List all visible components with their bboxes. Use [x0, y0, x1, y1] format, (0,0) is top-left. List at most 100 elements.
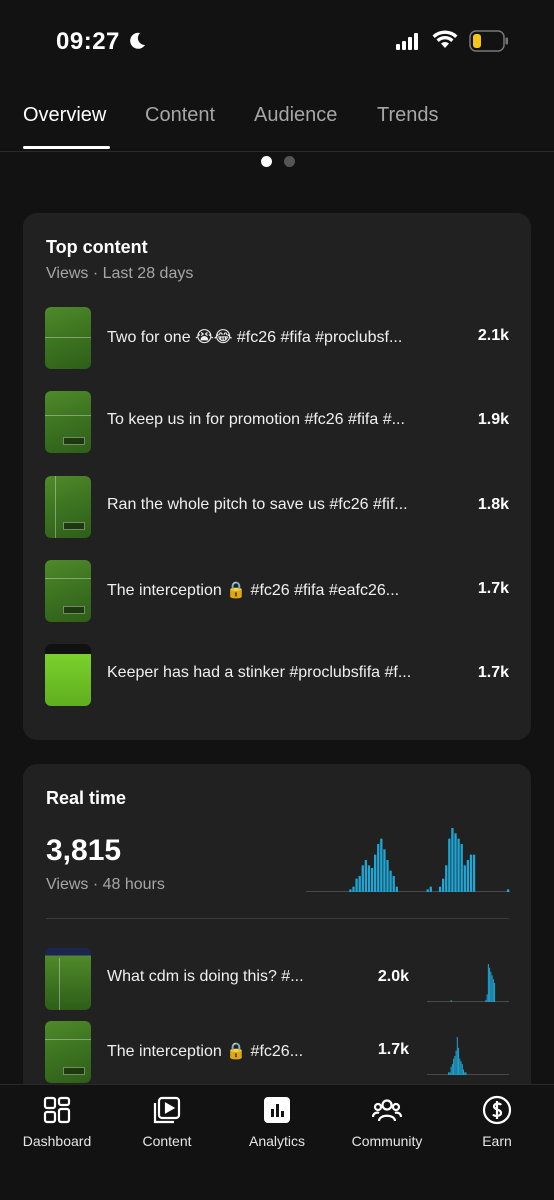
chart-bar [438, 886, 442, 892]
video-views: 2.1k [477, 327, 509, 344]
nav-content[interactable]: Content [112, 1095, 222, 1149]
page-dot-active[interactable] [261, 156, 272, 167]
nav-dashboard[interactable]: Dashboard [2, 1095, 112, 1149]
chart-bar [389, 870, 392, 892]
chart-bar [361, 865, 364, 892]
nav-community[interactable]: Community [332, 1095, 442, 1149]
chart-bar [465, 1072, 467, 1075]
video-views: 2.0k [377, 968, 409, 985]
chart-bar [386, 860, 389, 892]
nav-analytics[interactable]: Analytics [222, 1095, 332, 1149]
analytics-icon [264, 1097, 290, 1123]
nav-label: Content [142, 1133, 192, 1149]
chart-bar [442, 878, 445, 892]
divider [46, 918, 509, 919]
video-views: 1.7k [477, 664, 509, 681]
chart-bar [492, 979, 494, 1002]
video-title: To keep us in for promotion #fc26 #fifa … [107, 411, 405, 428]
chart-bar [491, 975, 493, 1002]
video-thumbnail [45, 948, 91, 1010]
video-title: The interception 🔒 #fc26 #fifa #eafc26..… [107, 582, 400, 599]
list-item[interactable]: What cdm is doing this? #... 2.0k [23, 948, 531, 1010]
chart-bar [489, 967, 491, 1002]
sparkline [427, 1037, 509, 1075]
community-icon [372, 1099, 402, 1122]
list-item[interactable]: Ran the whole pitch to save us #fc26 #fi… [23, 476, 531, 540]
chart-bar [370, 868, 374, 892]
nav-label: Dashboard [22, 1133, 92, 1149]
card-title: Real time [46, 788, 127, 808]
list-item[interactable]: Two for one 😭😂 #fc26 #fifa #proclubsf...… [23, 307, 531, 371]
tab-overview[interactable]: Overview [23, 104, 106, 127]
dashboard-icon [43, 1096, 71, 1124]
tab-trends[interactable]: Trends [377, 104, 439, 127]
chart-bar [450, 1000, 452, 1002]
chart-bar [485, 1000, 487, 1002]
list-item[interactable]: To keep us in for promotion #fc26 #fifa … [23, 391, 531, 455]
analytics-tabs: Overview Content Audience Trends [0, 92, 554, 152]
earn-icon [482, 1095, 512, 1125]
chart-bar [355, 878, 358, 892]
chart-bar [429, 886, 432, 892]
signal-icon [396, 33, 418, 50]
card-subtitle: Views · Last 28 days [46, 265, 194, 282]
chart-bar [449, 1072, 451, 1075]
video-views: 1.9k [477, 411, 509, 428]
realtime-views-total: 3,815 [46, 834, 122, 867]
tab-audience[interactable]: Audience [254, 104, 337, 127]
chart-bar [461, 1064, 463, 1075]
moon-icon [130, 32, 145, 49]
chart-bar [358, 876, 361, 892]
video-title: Ran the whole pitch to save us #fc26 #fi… [107, 496, 408, 513]
video-title: Keeper has had a stinker #proclubsfifa #… [107, 664, 412, 681]
chart-bar [448, 838, 451, 892]
video-views: 1.7k [477, 580, 509, 597]
list-item[interactable]: Keeper has had a stinker #proclubsfifa #… [23, 644, 531, 708]
video-title: Two for one 😭😂 #fc26 #fifa #proclubsf... [107, 329, 403, 346]
page-indicator [0, 156, 554, 168]
status-time: 09:27 [56, 28, 120, 55]
wifi-icon [432, 30, 458, 48]
chart-bar [395, 886, 398, 892]
top-content-card: Top content Views · Last 28 days Two for… [23, 213, 531, 740]
chart-bar [460, 1061, 462, 1075]
page-dot[interactable] [284, 156, 295, 167]
list-item[interactable]: The interception 🔒 #fc26 #fifa #eafc26..… [23, 560, 531, 624]
chart-bar [383, 849, 386, 892]
chart-bar [463, 1069, 465, 1075]
realtime-bar-chart [306, 828, 510, 892]
real-time-card: Real time 3,815 Views · 48 hours What cd… [23, 764, 531, 1104]
nav-earn[interactable]: Earn [442, 1095, 552, 1149]
chart-bar [380, 838, 383, 892]
chart-bar [450, 1066, 452, 1075]
chart-bar [464, 1072, 466, 1075]
chart-bar [455, 1050, 457, 1075]
chart-bar [460, 844, 463, 892]
chart-bar [454, 1056, 456, 1075]
video-views: 1.7k [377, 1041, 409, 1058]
chart-bar [459, 1058, 461, 1075]
card-subtitle: Views · 48 hours [46, 876, 165, 893]
chart-bar [457, 838, 460, 892]
chart-bar [469, 854, 473, 892]
chart-bar [472, 854, 476, 892]
chart-bar [352, 886, 355, 892]
chart-bar [426, 889, 429, 892]
chart-bar [374, 854, 377, 892]
video-thumbnail [45, 644, 91, 706]
nav-label: Earn [482, 1133, 512, 1149]
status-bar: 09:27 [0, 0, 554, 84]
chart-bar [486, 994, 488, 1002]
chart-bar [445, 865, 448, 892]
chart-bar [377, 844, 380, 892]
nav-label: Analytics [248, 1133, 306, 1149]
chart-bar [392, 876, 395, 892]
card-title: Top content [46, 237, 148, 257]
tab-content[interactable]: Content [145, 104, 215, 127]
list-item[interactable]: The interception 🔒 #fc26... 1.7k [23, 1021, 531, 1083]
chart-bar [367, 865, 371, 892]
active-tab-indicator [23, 146, 110, 149]
bottom-navigation: Dashboard Content Analytics Community Ea… [0, 1084, 554, 1200]
video-thumbnail [45, 307, 91, 369]
chart-bar [454, 833, 457, 892]
